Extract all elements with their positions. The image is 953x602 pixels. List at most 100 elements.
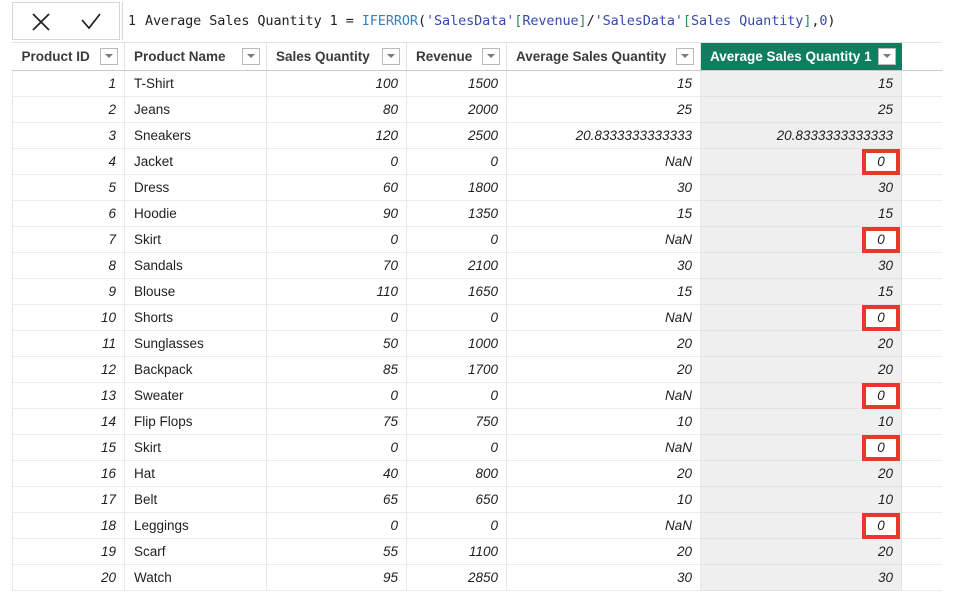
cell-average_sales_quantity[interactable]: 20 — [506, 460, 701, 487]
cell-product_id[interactable]: 4 — [12, 148, 125, 175]
cell-sales_quantity[interactable]: 70 — [266, 252, 407, 279]
cell-product_id[interactable]: 12 — [12, 356, 125, 383]
cell-average_sales_quantity_1[interactable]: 20 — [700, 356, 902, 383]
cell-product_name[interactable]: Sneakers — [124, 122, 267, 149]
cell-average_sales_quantity[interactable]: 20.8333333333333 — [506, 122, 701, 149]
cell-average_sales_quantity_1[interactable]: 0 — [700, 382, 902, 409]
cell-sales_quantity[interactable]: 40 — [266, 460, 407, 487]
cell-sales_quantity[interactable]: 90 — [266, 200, 407, 227]
cell-product_id[interactable]: 1 — [12, 70, 125, 97]
column-header-sales_quantity[interactable]: Sales Quantity — [266, 43, 407, 71]
cell-average_sales_quantity[interactable]: 20 — [506, 356, 701, 383]
cell-average_sales_quantity_1[interactable]: 25 — [700, 96, 902, 123]
cell-sales_quantity[interactable]: 85 — [266, 356, 407, 383]
cell-average_sales_quantity_1[interactable]: 15 — [700, 200, 902, 227]
cell-product_id[interactable]: 8 — [12, 252, 125, 279]
cell-product_id[interactable]: 16 — [12, 460, 125, 487]
cell-product_id[interactable]: 19 — [12, 538, 125, 565]
filter-dropdown-button-product_name[interactable] — [242, 47, 260, 65]
cell-product_id[interactable]: 17 — [12, 486, 125, 513]
cell-sales_quantity[interactable]: 65 — [266, 486, 407, 513]
cell-revenue[interactable]: 0 — [406, 148, 507, 175]
filter-dropdown-button-average_sales_quantity_1[interactable] — [877, 47, 896, 65]
cell-revenue[interactable]: 1350 — [406, 200, 507, 227]
cell-average_sales_quantity[interactable]: 20 — [506, 330, 701, 357]
cell-revenue[interactable]: 1800 — [406, 174, 507, 201]
cell-average_sales_quantity[interactable]: 30 — [506, 174, 701, 201]
cell-average_sales_quantity_1[interactable]: 30 — [700, 252, 902, 279]
cell-product_id[interactable]: 15 — [12, 434, 125, 461]
cell-product_id[interactable]: 20 — [12, 564, 125, 591]
filter-dropdown-button-product_id[interactable] — [100, 47, 118, 65]
table-row[interactable]: 15 Skirt 0 0 NaN 0 — [12, 434, 942, 461]
cell-revenue[interactable]: 1650 — [406, 278, 507, 305]
cell-revenue[interactable]: 2500 — [406, 122, 507, 149]
formula-input[interactable]: 1 Average Sales Quantity 1 = IFERROR('Sa… — [122, 2, 953, 40]
cell-average_sales_quantity_1[interactable]: 20 — [700, 460, 902, 487]
cell-average_sales_quantity[interactable]: 15 — [506, 278, 701, 305]
cell-product_name[interactable]: Flip Flops — [124, 408, 267, 435]
cell-product_name[interactable]: Skirt — [124, 434, 267, 461]
cell-average_sales_quantity_1[interactable]: 0 — [700, 148, 902, 175]
cell-product_name[interactable]: Hoodie — [124, 200, 267, 227]
cell-revenue[interactable]: 0 — [406, 382, 507, 409]
cell-sales_quantity[interactable]: 0 — [266, 434, 407, 461]
cell-sales_quantity[interactable]: 80 — [266, 96, 407, 123]
cell-average_sales_quantity[interactable]: 25 — [506, 96, 701, 123]
table-row[interactable]: 7 Skirt 0 0 NaN 0 — [12, 226, 942, 253]
cell-product_name[interactable]: Leggings — [124, 512, 267, 539]
filter-dropdown-button-revenue[interactable] — [482, 47, 500, 65]
cell-product_name[interactable]: Dress — [124, 174, 267, 201]
table-row[interactable]: 10 Shorts 0 0 NaN 0 — [12, 304, 942, 331]
cell-product_name[interactable]: Sweater — [124, 382, 267, 409]
cell-sales_quantity[interactable]: 55 — [266, 538, 407, 565]
cell-average_sales_quantity_1[interactable]: 0 — [700, 226, 902, 253]
cell-sales_quantity[interactable]: 0 — [266, 148, 407, 175]
table-row[interactable]: 3 Sneakers 120 2500 20.8333333333333 20.83333… — [12, 122, 942, 149]
table-row[interactable]: 8 Sandals 70 2100 30 30 — [12, 252, 942, 279]
table-row[interactable]: 11 Sunglasses 50 1000 20 20 — [12, 330, 942, 357]
cell-product_name[interactable]: Scarf — [124, 538, 267, 565]
cell-product_name[interactable]: Watch — [124, 564, 267, 591]
table-row[interactable]: 14 Flip Flops 75 750 10 10 — [12, 408, 942, 435]
cell-revenue[interactable]: 1000 — [406, 330, 507, 357]
table-row[interactable]: 6 Hoodie 90 1350 15 15 — [12, 200, 942, 227]
cell-revenue[interactable]: 0 — [406, 304, 507, 331]
cell-product_name[interactable]: Shorts — [124, 304, 267, 331]
cell-average_sales_quantity_1[interactable]: 10 — [700, 486, 902, 513]
cell-sales_quantity[interactable]: 75 — [266, 408, 407, 435]
cell-average_sales_quantity[interactable]: 10 — [506, 408, 701, 435]
table-row[interactable]: 18 Leggings 0 0 NaN 0 — [12, 512, 942, 539]
cell-revenue[interactable]: 800 — [406, 460, 507, 487]
cell-average_sales_quantity_1[interactable]: 0 — [700, 512, 902, 539]
cell-product_name[interactable]: Jacket — [124, 148, 267, 175]
table-row[interactable]: 13 Sweater 0 0 NaN 0 — [12, 382, 942, 409]
cell-product_name[interactable]: Sunglasses — [124, 330, 267, 357]
cell-average_sales_quantity_1[interactable]: 0 — [700, 304, 902, 331]
cell-revenue[interactable]: 2850 — [406, 564, 507, 591]
cancel-formula-button[interactable] — [18, 4, 64, 38]
cell-average_sales_quantity[interactable]: NaN — [506, 434, 701, 461]
table-row[interactable]: 4 Jacket 0 0 NaN 0 — [12, 148, 942, 175]
cell-sales_quantity[interactable]: 60 — [266, 174, 407, 201]
cell-average_sales_quantity[interactable]: 10 — [506, 486, 701, 513]
cell-average_sales_quantity_1[interactable]: 15 — [700, 278, 902, 305]
cell-revenue[interactable]: 2000 — [406, 96, 507, 123]
cell-average_sales_quantity_1[interactable]: 20.8333333333333 — [700, 122, 902, 149]
cell-average_sales_quantity[interactable]: 15 — [506, 200, 701, 227]
cell-average_sales_quantity_1[interactable]: 30 — [700, 564, 902, 591]
cell-average_sales_quantity_1[interactable]: 20 — [700, 538, 902, 565]
cell-product_name[interactable]: Belt — [124, 486, 267, 513]
cell-sales_quantity[interactable]: 0 — [266, 512, 407, 539]
cell-revenue[interactable]: 1500 — [406, 70, 507, 97]
cell-product_id[interactable]: 3 — [12, 122, 125, 149]
table-row[interactable]: 9 Blouse 110 1650 15 15 — [12, 278, 942, 305]
filter-dropdown-button-average_sales_quantity[interactable] — [676, 47, 694, 65]
cell-product_id[interactable]: 2 — [12, 96, 125, 123]
cell-average_sales_quantity[interactable]: 20 — [506, 538, 701, 565]
cell-sales_quantity[interactable]: 0 — [266, 382, 407, 409]
cell-revenue[interactable]: 1700 — [406, 356, 507, 383]
cell-product_name[interactable]: Backpack — [124, 356, 267, 383]
cell-sales_quantity[interactable]: 0 — [266, 304, 407, 331]
column-header-revenue[interactable]: Revenue — [406, 43, 507, 71]
